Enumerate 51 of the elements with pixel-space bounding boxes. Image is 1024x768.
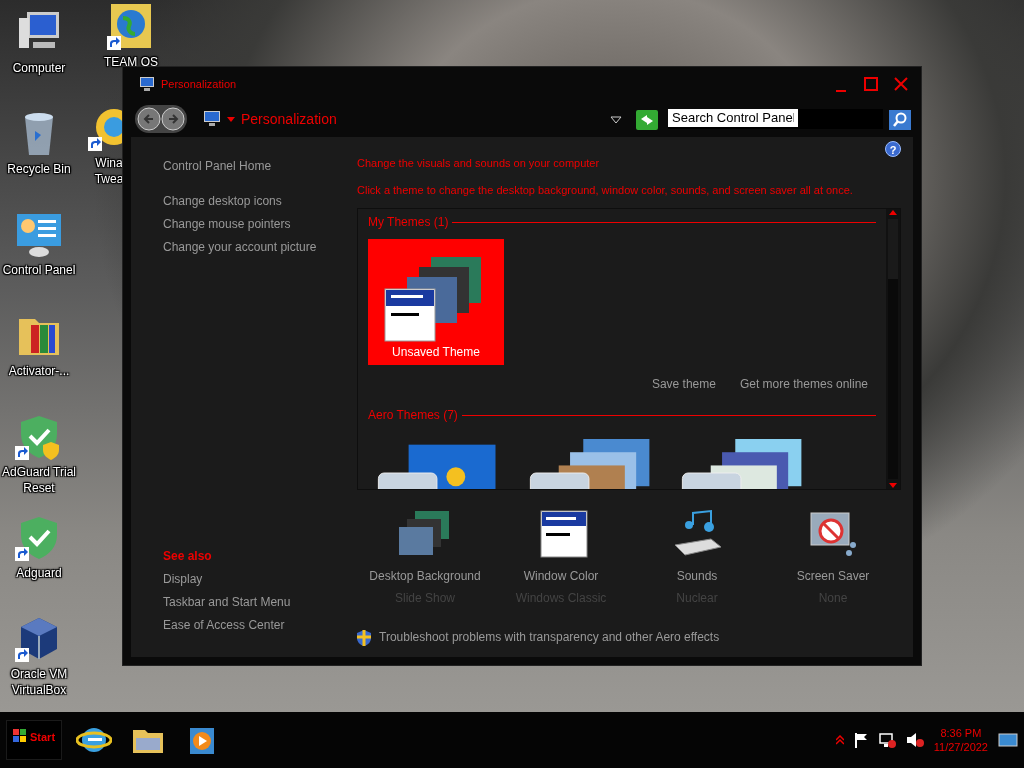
section-heading: My Themes (1) bbox=[368, 214, 449, 231]
network-icon bbox=[877, 732, 896, 748]
chevron-up-icon bbox=[835, 735, 844, 745]
back-button[interactable] bbox=[137, 106, 161, 132]
maximize-icon bbox=[863, 76, 879, 93]
search-field[interactable]: Search Control Panel bbox=[668, 109, 883, 129]
minimize-icon bbox=[836, 90, 846, 93]
theme-tile[interactable]: Unsaved Theme bbox=[368, 239, 504, 365]
icon-label[interactable]: Activator-... bbox=[8, 363, 70, 379]
search-button[interactable] bbox=[889, 107, 911, 131]
scroll-up-icon bbox=[889, 209, 897, 217]
troubleshoot-link[interactable]: Troubleshoot problems with transparency and other Aero effects bbox=[379, 626, 720, 649]
section-heading: Aero Themes (7) bbox=[368, 407, 458, 424]
dropdown-arrow-icon bbox=[610, 114, 622, 125]
sidebar-link[interactable]: Control Panel Home bbox=[163, 155, 345, 178]
windows-logo-icon bbox=[13, 729, 27, 743]
sidebar-link[interactable]: Display bbox=[163, 568, 345, 591]
speaker-muted-icon bbox=[905, 732, 924, 748]
sidebar-link[interactable]: Change desktop icons bbox=[163, 190, 345, 213]
theme-link[interactable]: Save theme bbox=[651, 373, 716, 396]
start-button[interactable]: Start bbox=[6, 720, 63, 760]
sidebar-link[interactable]: Ease of Access Center bbox=[163, 614, 345, 637]
show-desktop-icon bbox=[998, 732, 1018, 748]
close-icon bbox=[893, 76, 909, 93]
scroll-down-icon bbox=[889, 481, 897, 489]
help-button[interactable]: ? bbox=[885, 141, 901, 157]
shield-icon bbox=[357, 629, 371, 646]
monitor-icon bbox=[139, 76, 155, 92]
icon-label[interactable]: Wina Twea bbox=[92, 155, 126, 187]
breadcrumb-link[interactable]: Personalization bbox=[241, 108, 337, 130]
flag-icon bbox=[853, 732, 868, 748]
caret-icon bbox=[227, 115, 235, 123]
scrollbar[interactable] bbox=[886, 209, 900, 489]
icon-label[interactable]: Adguard bbox=[16, 565, 62, 581]
section-heading: See also bbox=[163, 548, 213, 565]
sidebar-link[interactable]: Taskbar and Start Menu bbox=[163, 591, 345, 614]
sidebar-link[interactable]: Change mouse pointers bbox=[163, 213, 345, 236]
icon-label[interactable]: AdGuard Trial Reset bbox=[0, 464, 78, 496]
icon-label[interactable]: Recycle Bin bbox=[7, 161, 71, 177]
monitor-icon bbox=[203, 110, 221, 128]
page-heading: Change the visuals and sounds on your computer bbox=[357, 156, 601, 171]
theme-link[interactable]: Get more themes online bbox=[739, 373, 868, 396]
refresh-button[interactable] bbox=[636, 107, 658, 131]
icon-label[interactable]: TEAM OS bbox=[104, 54, 158, 70]
window-title: Personalization bbox=[161, 76, 237, 92]
icon-label[interactable]: Computer bbox=[12, 60, 66, 76]
forward-button[interactable] bbox=[161, 106, 185, 132]
icon-label[interactable]: Control Panel bbox=[2, 262, 76, 278]
clock[interactable]: 8:36 PM 11/27/2022 bbox=[933, 726, 988, 754]
sidebar-link[interactable]: Change your account picture bbox=[163, 236, 345, 259]
page-instructions: Click a theme to change the desktop background, window color, sounds, and screen saver all at once. bbox=[357, 182, 854, 198]
